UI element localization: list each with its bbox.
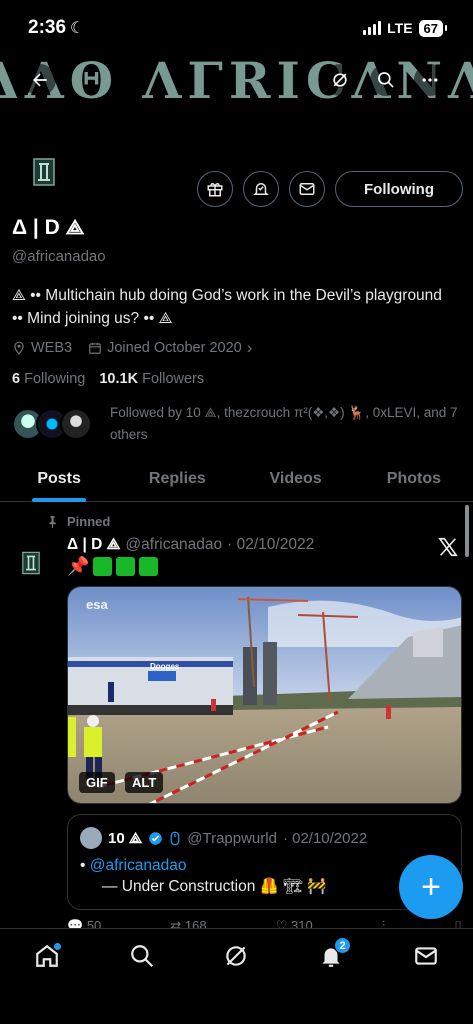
gift-button[interactable] <box>197 171 234 207</box>
notify-button[interactable] <box>243 171 280 207</box>
mention-link[interactable]: @africanadao <box>90 857 187 874</box>
banner-text: ΔΛΘ ΛΓRIϹΛNΛ <box>0 56 473 104</box>
follow-counts: 6 Following 10.1K Followers <box>12 371 204 387</box>
tweet-header: Δ | D ⟁ @africanadao · 02/10/2022 <box>67 536 314 554</box>
pin-emoji: 📌 <box>67 556 90 576</box>
status-time: 2:36 ☾ <box>28 17 85 38</box>
search-button[interactable] <box>370 64 402 96</box>
tweet-author-handle[interactable]: @africanadao <box>125 536 222 554</box>
profile-meta: WEB3 Joined October 2020 › <box>12 338 252 358</box>
green-square-icon <box>139 557 159 576</box>
nav-messages[interactable] <box>406 943 446 977</box>
location-icon <box>14 341 24 355</box>
green-square-icon <box>93 557 113 576</box>
following-button[interactable]: Following <box>335 171 463 207</box>
bottom-navigation: 2 <box>0 928 473 1024</box>
nav-notifications[interactable]: 2 <box>311 937 352 977</box>
profile-avatar[interactable] <box>22 150 66 194</box>
battery-icon: 67 <box>418 19 448 37</box>
notifications-badge: 2 <box>334 937 352 954</box>
profile-tabs: Posts Replies Videos Photos <box>0 456 473 502</box>
media-sign: Dooges <box>150 662 180 671</box>
mail-icon <box>414 947 437 965</box>
signal-icon <box>363 21 382 35</box>
nav-search[interactable] <box>122 943 162 977</box>
tab-replies[interactable]: Replies <box>118 456 236 501</box>
mouse-icon <box>170 831 180 845</box>
green-square-icon <box>116 557 136 576</box>
tweet-media-gif[interactable]: esa Dooges GIF ALT <box>67 586 462 804</box>
gif-badge: GIF <box>79 772 115 793</box>
joined-text: Joined October 2020 <box>107 340 242 356</box>
tab-photos[interactable]: Photos <box>355 456 473 501</box>
joined-item[interactable]: Joined October 2020 › <box>88 338 252 358</box>
profile-handle: @africanadao <box>12 248 106 265</box>
scrollbar[interactable] <box>465 505 469 557</box>
tweet-text: 📌 <box>67 556 159 577</box>
back-button[interactable] <box>24 64 56 96</box>
grok-button[interactable] <box>324 64 356 96</box>
grok-icon <box>333 73 347 87</box>
tab-posts[interactable]: Posts <box>0 456 118 501</box>
message-button[interactable] <box>289 171 326 207</box>
search-icon <box>131 945 153 968</box>
location-item: WEB3 <box>12 340 72 356</box>
status-bar: 2:36 ☾ LTE 67 <box>0 0 473 56</box>
nav-grok[interactable] <box>216 943 256 977</box>
bullet-text: • <box>80 857 86 874</box>
location-text: WEB3 <box>31 340 73 356</box>
avatar <box>80 827 102 849</box>
followers-count[interactable]: 10.1K Followers <box>99 371 204 387</box>
bell-check-icon <box>253 183 269 195</box>
calendar-icon <box>89 342 101 354</box>
more-button[interactable] <box>414 64 446 96</box>
quote-author-handle: @Trappwurld <box>187 829 277 847</box>
pinned-label: Pinned <box>46 514 110 529</box>
quote-header: 10 ⟁ @Trappwurld · 02/10/2022 <box>80 827 449 849</box>
mail-icon <box>299 183 315 195</box>
followed-by-text: Followed by 10 ⟁, thezcrouch π²(❖,❖) 🦌, … <box>110 405 458 442</box>
nav-home[interactable] <box>27 943 67 977</box>
media-watermark: esa <box>86 597 108 612</box>
grok-icon <box>226 946 247 966</box>
tweet-avatar[interactable] <box>22 551 46 575</box>
chevron-right-icon: › <box>246 338 253 357</box>
search-icon <box>378 72 394 88</box>
pin-icon <box>49 516 56 528</box>
quote-text: — Under Construction 🦺 🏗 🚧 <box>102 878 327 895</box>
profile-bio: ⟁ •• Multichain hub doing God’s work in … <box>12 287 442 327</box>
verified-icon <box>149 831 162 845</box>
quote-author-name: 10 ⟁ <box>108 829 143 847</box>
network-label: LTE <box>387 20 413 36</box>
followed-by[interactable]: Followed by 10 ⟁, thezcrouch π²(❖,❖) 🦌, … <box>12 402 473 446</box>
quote-body: • @africanadao — Under Construction 🦺 🏗 … <box>80 855 449 897</box>
follower-avatars <box>12 408 92 440</box>
compose-button[interactable]: + <box>399 855 463 919</box>
moon-icon: ☾ <box>70 20 85 37</box>
tweet-date: · 02/10/2022 <box>227 536 315 553</box>
profile-banner: ΔΛΘ ΛΓRIϹΛNΛ <box>0 56 473 104</box>
avatar <box>60 408 92 440</box>
x-logo-icon <box>437 536 459 558</box>
tab-videos[interactable]: Videos <box>237 456 355 501</box>
more-icon <box>422 78 438 82</box>
tweet-author-name[interactable]: Δ | D ⟁ <box>67 536 120 554</box>
following-count[interactable]: 6 Following <box>12 371 85 387</box>
profile-name: Δ | D ⟁ <box>12 216 85 239</box>
quote-date: · 02/10/2022 <box>282 829 368 847</box>
status-right: LTE 67 <box>363 19 448 37</box>
profile-actions: Following <box>197 171 463 207</box>
gift-icon <box>207 183 223 197</box>
alt-badge[interactable]: ALT <box>125 772 164 793</box>
back-arrow-icon <box>33 73 47 87</box>
